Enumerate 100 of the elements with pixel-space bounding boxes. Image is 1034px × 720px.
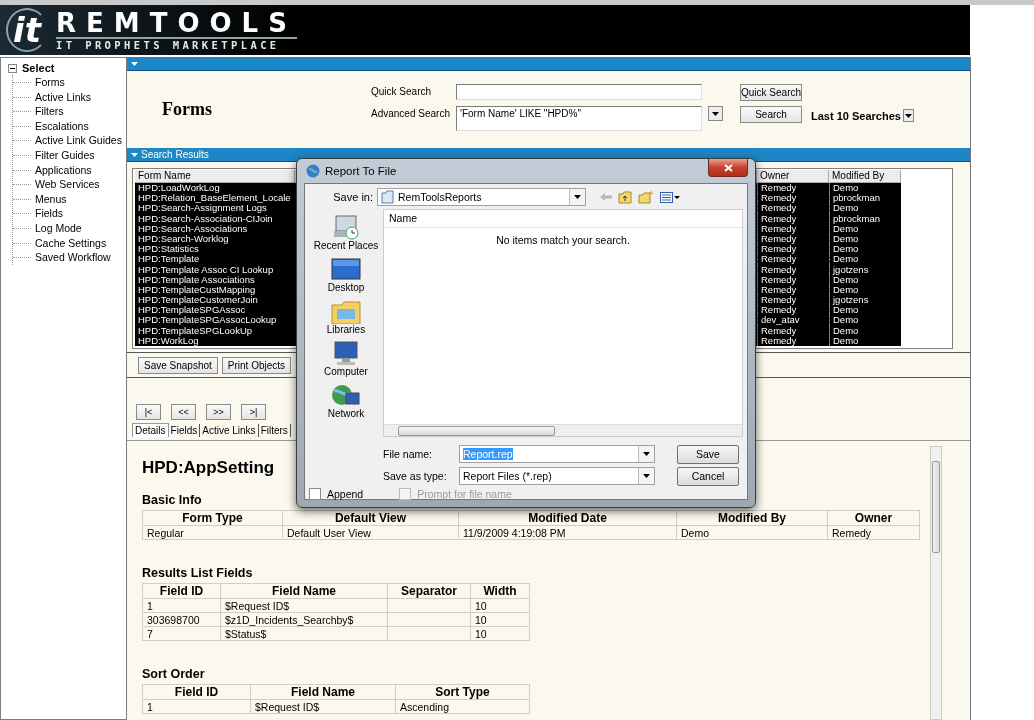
- column-header[interactable]: Form Name: [135, 170, 295, 183]
- list-cell: pbrockman: [829, 213, 901, 224]
- column-header[interactable]: Modified By: [829, 170, 901, 183]
- table-cell: Regular: [142, 525, 283, 540]
- column-header: Modified By: [676, 510, 828, 526]
- list-cell-text: HPD:Search-Assignment Logs: [137, 203, 267, 214]
- page-heading: Forms: [161, 98, 213, 120]
- cancel-button[interactable]: Cancel: [677, 466, 739, 486]
- advanced-search-field[interactable]: 'Form Name' LIKE "HPD%": [456, 106, 702, 131]
- list-cell: Demo: [829, 254, 901, 265]
- tree-item[interactable]: Log Mode: [35, 221, 82, 234]
- search-button[interactable]: Search: [740, 106, 802, 123]
- tree-item[interactable]: Saved Workflow: [35, 251, 111, 264]
- save-in-dropdown[interactable]: RemToolsReports: [377, 188, 586, 206]
- column-header: Modified Date: [458, 510, 677, 526]
- tree-item[interactable]: Applications: [35, 163, 92, 176]
- list-cell-text: HPD:WorkLog: [137, 335, 199, 346]
- table-cell: $Request ID$: [250, 699, 396, 714]
- tree-item[interactable]: Active Link Guides: [35, 134, 122, 147]
- table-cell: Remedy: [827, 525, 920, 540]
- list-cell: Remedy: [757, 325, 829, 336]
- new-folder-icon[interactable]: [638, 190, 654, 204]
- column-header: Field ID: [142, 684, 251, 700]
- nav-button[interactable]: >>: [206, 404, 231, 420]
- column-header[interactable]: Owner: [757, 170, 829, 183]
- table-cell: 1: [142, 699, 251, 714]
- place-item[interactable]: Recent Places: [313, 213, 379, 252]
- app-icon: [306, 164, 320, 178]
- place-item[interactable]: Libraries: [326, 297, 366, 336]
- close-button[interactable]: [708, 159, 748, 177]
- save-button[interactable]: Save: [677, 444, 739, 464]
- tab[interactable]: Filters: [258, 423, 291, 437]
- caret-icon: [904, 113, 912, 118]
- tree-item[interactable]: Forms: [35, 76, 65, 88]
- tree-item[interactable]: Escalations: [35, 119, 89, 132]
- list-cell: Demo: [829, 274, 901, 285]
- nav-button[interactable]: <<: [171, 404, 196, 420]
- column-header[interactable]: Name: [384, 210, 742, 228]
- list-cell-text: HPD:Search-Worklog: [137, 233, 230, 245]
- table-cell: $Request ID$: [220, 598, 388, 613]
- close-icon: [723, 163, 733, 172]
- tree-item[interactable]: Fields: [35, 207, 63, 220]
- table-cell: 303698700: [142, 612, 221, 627]
- list-cell: Remedy: [757, 264, 829, 275]
- view-menu-icon[interactable]: [660, 191, 680, 203]
- tree-item[interactable]: Web Services: [35, 178, 100, 191]
- nav-button[interactable]: |<: [136, 404, 161, 420]
- table-cell: 1: [142, 598, 221, 613]
- list-cell: Demo: [829, 203, 901, 214]
- toolbar-button[interactable]: Save Snapshot: [138, 356, 218, 374]
- nav-button[interactable]: >|: [241, 404, 266, 420]
- tree-item[interactable]: Filter Guides: [35, 148, 95, 161]
- tab[interactable]: Details: [132, 423, 169, 437]
- tree-item[interactable]: Cache Settings: [35, 236, 107, 249]
- list-cell-text: HPD:LoadWorkLog: [137, 183, 221, 194]
- list-cell: Demo: [829, 223, 901, 234]
- list-cell: Demo: [829, 325, 901, 336]
- place-item[interactable]: Network: [327, 381, 365, 420]
- desktop-icon: [330, 255, 362, 282]
- logo-title: REMTOOLS: [56, 8, 297, 37]
- scrollbar[interactable]: [384, 424, 742, 436]
- tree-item[interactable]: Menus: [35, 192, 67, 205]
- list-cell: Demo: [829, 315, 901, 326]
- column-header: Owner: [827, 510, 920, 526]
- list-cell: dev_atav: [757, 315, 829, 326]
- scrollbar[interactable]: [930, 446, 942, 720]
- table-cell: Ascending: [395, 699, 530, 714]
- recent-searches-label: Last 10 Searches: [811, 109, 901, 122]
- quick-search-button[interactable]: Quick Search: [740, 84, 802, 101]
- list-cell-text: HPD:Template Associations: [137, 274, 255, 285]
- section-heading: Sort Order: [142, 667, 205, 682]
- list-cell-text: HPD:TemplateCustomerJoin: [137, 295, 259, 306]
- column-header: Width: [470, 583, 530, 599]
- dropdown-button[interactable]: [708, 106, 723, 121]
- list-cell: Remedy: [757, 203, 829, 214]
- list-cell-text: HPD:TemplateSPGLookUp: [137, 325, 253, 336]
- empty-message: No items match your search.: [495, 234, 631, 246]
- column-header: Separator: [387, 583, 471, 599]
- place-item[interactable]: Computer: [324, 339, 368, 378]
- checkbox[interactable]: Append: [309, 488, 364, 500]
- list-cell-text: HPD:TemplateSPGAssoc: [137, 305, 246, 316]
- toolbar-button[interactable]: Print Objects: [221, 356, 292, 374]
- caret-icon: [643, 474, 650, 478]
- list-cell-text: HPD:Template: [137, 254, 201, 265]
- tab[interactable]: Fields: [168, 423, 201, 437]
- quick-search-field[interactable]: [456, 84, 702, 100]
- dropdown-button[interactable]: [902, 109, 914, 122]
- file-type-dropdown[interactable]: Report Files (*.rep): [459, 467, 655, 485]
- field-label: Save as type:: [383, 470, 448, 482]
- list-cell-text: HPD:Relation_BaseElement_Locale: [137, 193, 292, 204]
- tree-item[interactable]: Filters: [35, 105, 64, 118]
- table-cell: Demo: [676, 525, 828, 540]
- folder-icon: [381, 190, 394, 204]
- tree-item[interactable]: Select: [22, 62, 55, 74]
- tab[interactable]: Active Links: [200, 423, 259, 437]
- tree-item[interactable]: Active Links: [35, 90, 92, 103]
- place-item[interactable]: Desktop: [327, 255, 365, 294]
- list-cell-text: HPD:TemplateSPGAssocLookup: [137, 315, 278, 326]
- collapse-icon[interactable]: [8, 63, 17, 73]
- up-folder-icon[interactable]: [618, 190, 632, 204]
